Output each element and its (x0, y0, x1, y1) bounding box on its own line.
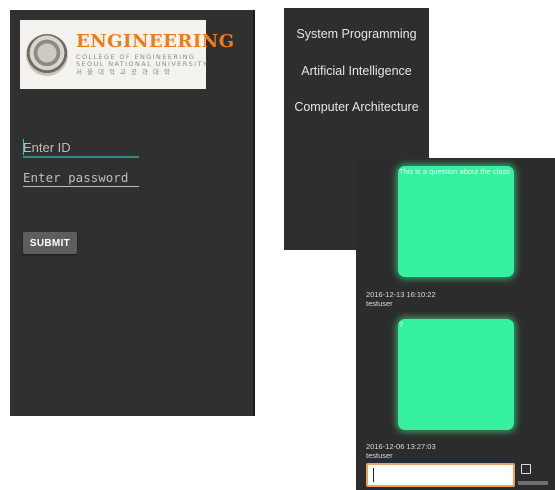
course-item-computer-architecture[interactable]: Computer Architecture (284, 99, 429, 115)
checkbox-icon[interactable] (521, 464, 531, 474)
submit-button[interactable]: SUBMIT (23, 232, 77, 254)
login-screen: ENGINEERING COLLEGE OF ENGINEERING SEOUL… (10, 10, 255, 416)
message-bubble[interactable]: ? (398, 319, 514, 430)
university-seal-icon (26, 33, 68, 76)
text-cursor (373, 468, 374, 482)
message-input[interactable] (366, 463, 515, 487)
id-input[interactable] (23, 138, 139, 158)
logo-title: ENGINEERING (76, 30, 235, 52)
message-text: This is a question about the class (399, 167, 510, 176)
chat-screen: This is a question about the class 2016-… (356, 158, 555, 490)
college-logo: ENGINEERING COLLEGE OF ENGINEERING SEOUL… (20, 20, 234, 89)
logo-korean: 서울대학교공과대학 (76, 68, 175, 77)
message-timestamp: 2016-12-06 13:27:03 (366, 442, 436, 451)
course-item-system-programming[interactable]: System Programming (284, 26, 429, 42)
message-bubble[interactable]: This is a question about the class (398, 166, 514, 277)
text-cursor (23, 139, 24, 155)
message-timestamp: 2016-12-13 16:10:22 (366, 290, 436, 299)
message-user: testuser (366, 299, 393, 308)
message-user: testuser (366, 451, 393, 460)
logo-text: ENGINEERING COLLEGE OF ENGINEERING SEOUL… (76, 30, 235, 77)
course-item-artificial-intelligence[interactable]: Artificial Intelligence (284, 63, 429, 79)
message-text: ? (399, 320, 404, 329)
send-button[interactable] (518, 481, 548, 485)
logo-subtitle-university: SEOUL NATIONAL UNIVERSITY (76, 59, 209, 68)
password-input[interactable] (23, 168, 139, 187)
